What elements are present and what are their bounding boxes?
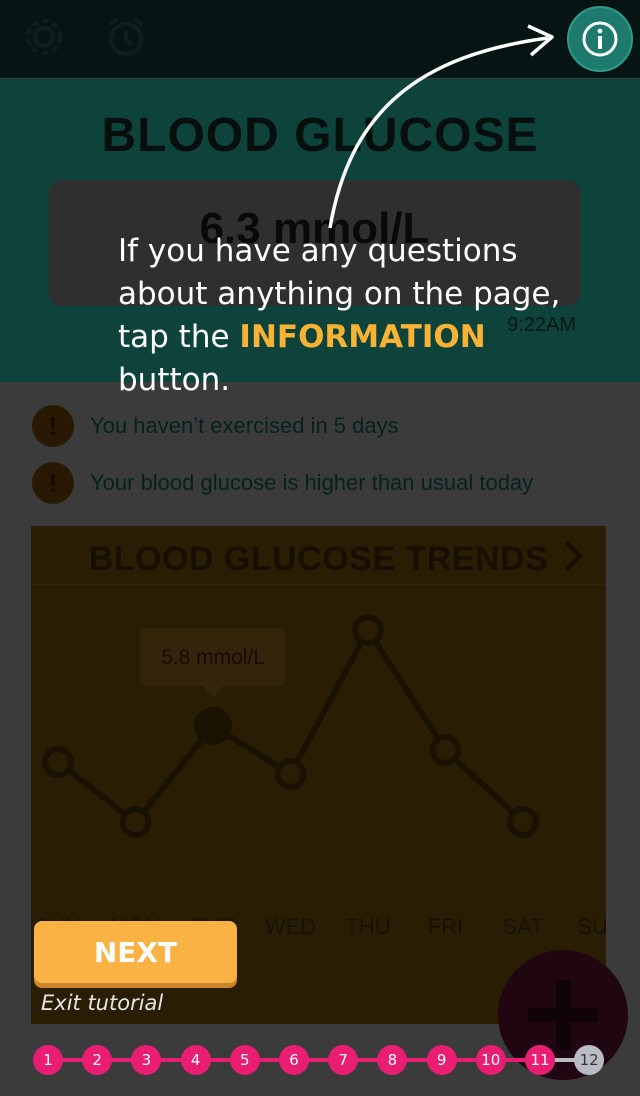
info-icon bbox=[582, 21, 618, 57]
progress-step: 5 bbox=[229, 1045, 260, 1075]
tutorial-line: tap the INFORMATION bbox=[118, 316, 598, 359]
progress-step: 11 bbox=[525, 1045, 555, 1075]
progress-step: 1 bbox=[33, 1045, 63, 1075]
progress-step: 7 bbox=[328, 1045, 359, 1075]
tutorial-highlight: INFORMATION bbox=[239, 319, 486, 355]
progress-step: 6 bbox=[279, 1045, 309, 1075]
tutorial-progress: 1 2 3 4 5 6 7 8 9 10 11 12 bbox=[0, 1040, 640, 1080]
exit-tutorial-link[interactable]: Exit tutorial bbox=[41, 991, 163, 1015]
progress-step: 9 bbox=[426, 1045, 457, 1075]
tutorial-line: button. bbox=[118, 362, 231, 398]
next-button[interactable]: NEXT bbox=[34, 921, 237, 983]
progress-step: 12 bbox=[574, 1045, 605, 1075]
tutorial-line: If you have any questions bbox=[118, 233, 518, 269]
progress-step: 8 bbox=[377, 1045, 408, 1075]
information-button[interactable] bbox=[567, 6, 633, 72]
progress-step: 10 bbox=[475, 1045, 506, 1075]
progress-step: 3 bbox=[131, 1045, 162, 1075]
tutorial-line: about anything on the page, bbox=[118, 276, 561, 312]
tutorial-text-prefix: tap the bbox=[118, 319, 240, 355]
progress-step: 4 bbox=[180, 1045, 211, 1075]
tutorial-text: If you have any questions about anything… bbox=[118, 230, 598, 402]
progress-step: 2 bbox=[82, 1045, 113, 1075]
